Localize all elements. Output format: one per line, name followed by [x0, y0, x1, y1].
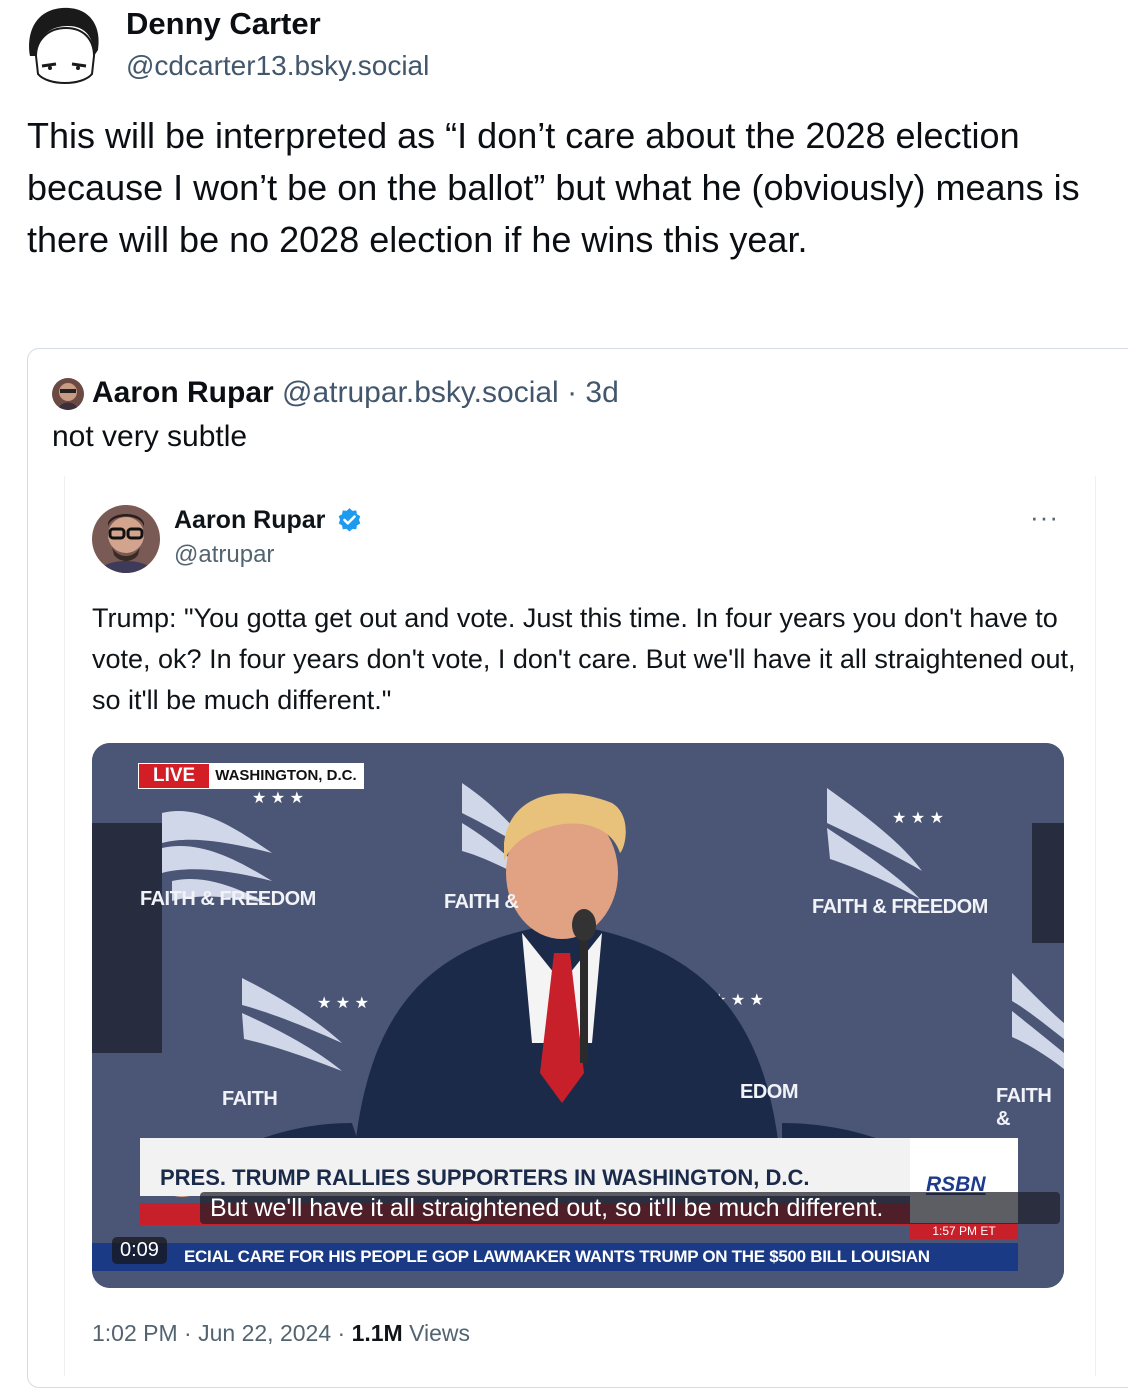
backdrop-logo-text: FAITH & — [996, 1085, 1052, 1130]
quoted-post-header: Aaron Rupar @atrupar.bsky.social · 3d — [92, 376, 619, 410]
views-label: Views — [409, 1320, 471, 1346]
backdrop-logo-text: EDOM — [740, 1081, 799, 1103]
post-text: This will be interpreted as “I don’t car… — [27, 115, 1080, 260]
backdrop-logo-text: FAITH & — [444, 891, 519, 913]
video-timestamp: 0:09 — [112, 1237, 167, 1264]
tweet-date: Jun 22, 2024 — [198, 1320, 332, 1346]
verified-badge-icon — [336, 507, 363, 534]
separator-dot: · — [184, 1320, 192, 1346]
broadcast-clock: 1:57 PM ET — [910, 1223, 1018, 1239]
views-count: 1.1M — [351, 1320, 403, 1346]
author-name[interactable]: Denny Carter — [126, 6, 321, 42]
tweet-text: Trump: "You gotta get out and vote. Just… — [92, 603, 1076, 715]
tweet-author-handle: @atrupar — [174, 541, 275, 568]
backdrop-logo-text: FAITH — [222, 1088, 278, 1110]
tweet-author-avatar — [92, 505, 160, 573]
quoted-post-age[interactable]: 3d — [585, 376, 618, 409]
separator-dot: · — [337, 1320, 346, 1346]
svg-text:★ ★ ★: ★ ★ ★ — [317, 995, 369, 1012]
separator-dot: · — [567, 376, 578, 409]
author-handle[interactable]: @cdcarter13.bsky.social — [126, 50, 429, 82]
author-avatar[interactable] — [22, 4, 106, 88]
news-ticker-text: ECIAL CARE FOR HIS PEOPLE GOP LAWMAKER W… — [184, 1247, 930, 1266]
tweet-time: 1:02 PM — [92, 1320, 178, 1346]
backdrop-logo-text: FAITH & FREEDOM — [140, 888, 316, 910]
backdrop-logo-text: FAITH & FREEDOM — [812, 896, 988, 918]
tweet-author-name: Aaron Rupar — [174, 506, 326, 534]
video-caption: But we'll have it all straightened out, … — [210, 1194, 884, 1222]
quoted-author-handle[interactable]: @atrupar.bsky.social — [282, 376, 559, 409]
live-indicator: LIVE WASHINGTON, D.C. — [138, 763, 364, 789]
video-frame[interactable]: ★ ★ ★ ★ ★ ★ ★ ★ ★ ★ ★ ★ LIVE WASHINGTON,… — [92, 743, 1064, 1288]
more-options-icon: ··· — [1030, 502, 1059, 532]
quoted-author-avatar[interactable] — [52, 378, 84, 410]
quoted-post-text: not very subtle — [52, 420, 248, 453]
svg-text:★ ★ ★: ★ ★ ★ — [252, 790, 304, 807]
chyron-headline: PRES. TRUMP RALLIES SUPPORTERS IN WASHIN… — [160, 1165, 810, 1190]
tweet-meta: 1:02 PM · Jun 22, 2024 · 1.1M Views — [92, 1320, 470, 1347]
live-location: WASHINGTON, D.C. — [209, 764, 363, 788]
svg-text:★ ★ ★: ★ ★ ★ — [892, 810, 944, 827]
live-label: LIVE — [139, 764, 210, 788]
quoted-author-name[interactable]: Aaron Rupar — [92, 376, 274, 409]
